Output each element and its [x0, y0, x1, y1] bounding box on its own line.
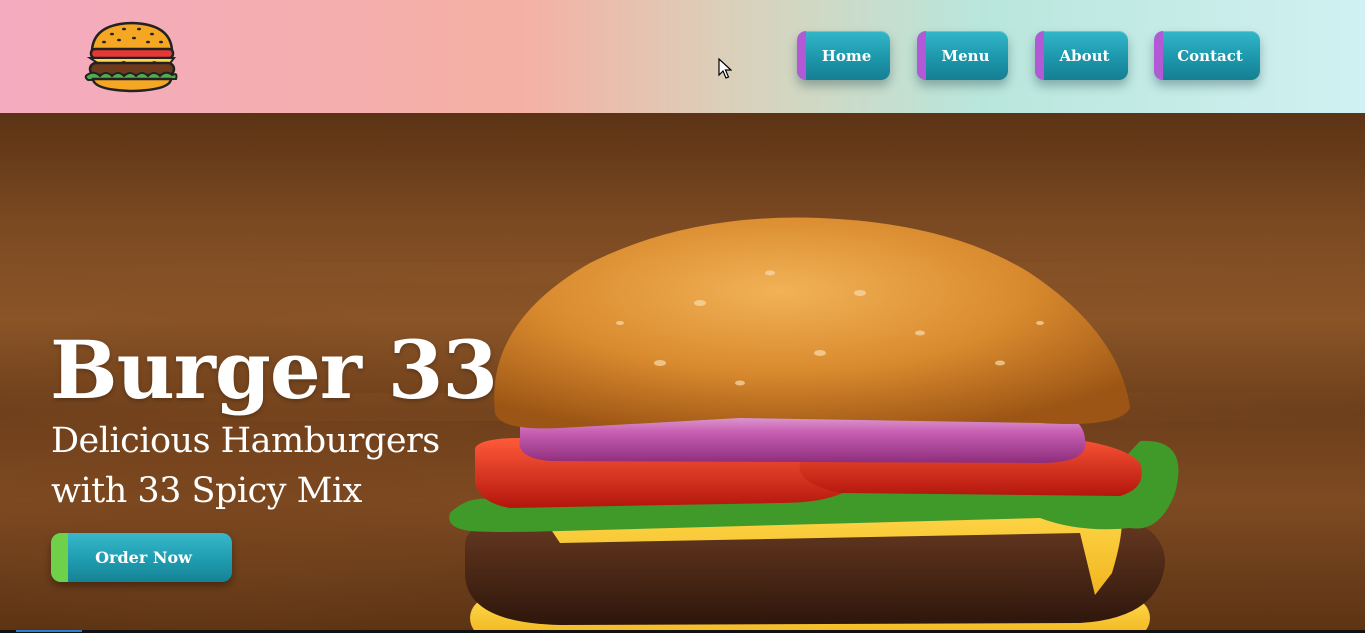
nav-menu-button[interactable]: Menu	[917, 31, 1008, 80]
hero-subtitle-line2: with 33 Spicy Mix	[51, 471, 362, 511]
nav-home-button[interactable]: Home	[797, 31, 890, 80]
nav-about-label: About	[1059, 46, 1110, 65]
hero-title: Burger 33	[50, 323, 498, 417]
nav-contact-button[interactable]: Contact	[1154, 31, 1260, 80]
hero-subtitle: Delicious Hamburgers with 33 Spicy Mix	[51, 416, 491, 516]
hero-subtitle-line1: Delicious Hamburgers	[51, 421, 440, 461]
order-now-button[interactable]: Order Now	[51, 533, 232, 582]
burger-photo	[449, 217, 1179, 630]
mouse-pointer-icon	[718, 58, 732, 79]
nav-menu-label: Menu	[941, 46, 990, 65]
nav-about-button[interactable]: About	[1035, 31, 1128, 80]
site-header: Home Menu About Contact	[0, 0, 1365, 113]
main-nav: Home Menu About Contact	[0, 31, 1365, 81]
nav-home-label: Home	[821, 46, 872, 65]
order-now-label: Order Now	[95, 548, 192, 567]
nav-contact-label: Contact	[1177, 46, 1243, 65]
hero-section: Burger 33 Delicious Hamburgers with 33 S…	[0, 113, 1365, 630]
